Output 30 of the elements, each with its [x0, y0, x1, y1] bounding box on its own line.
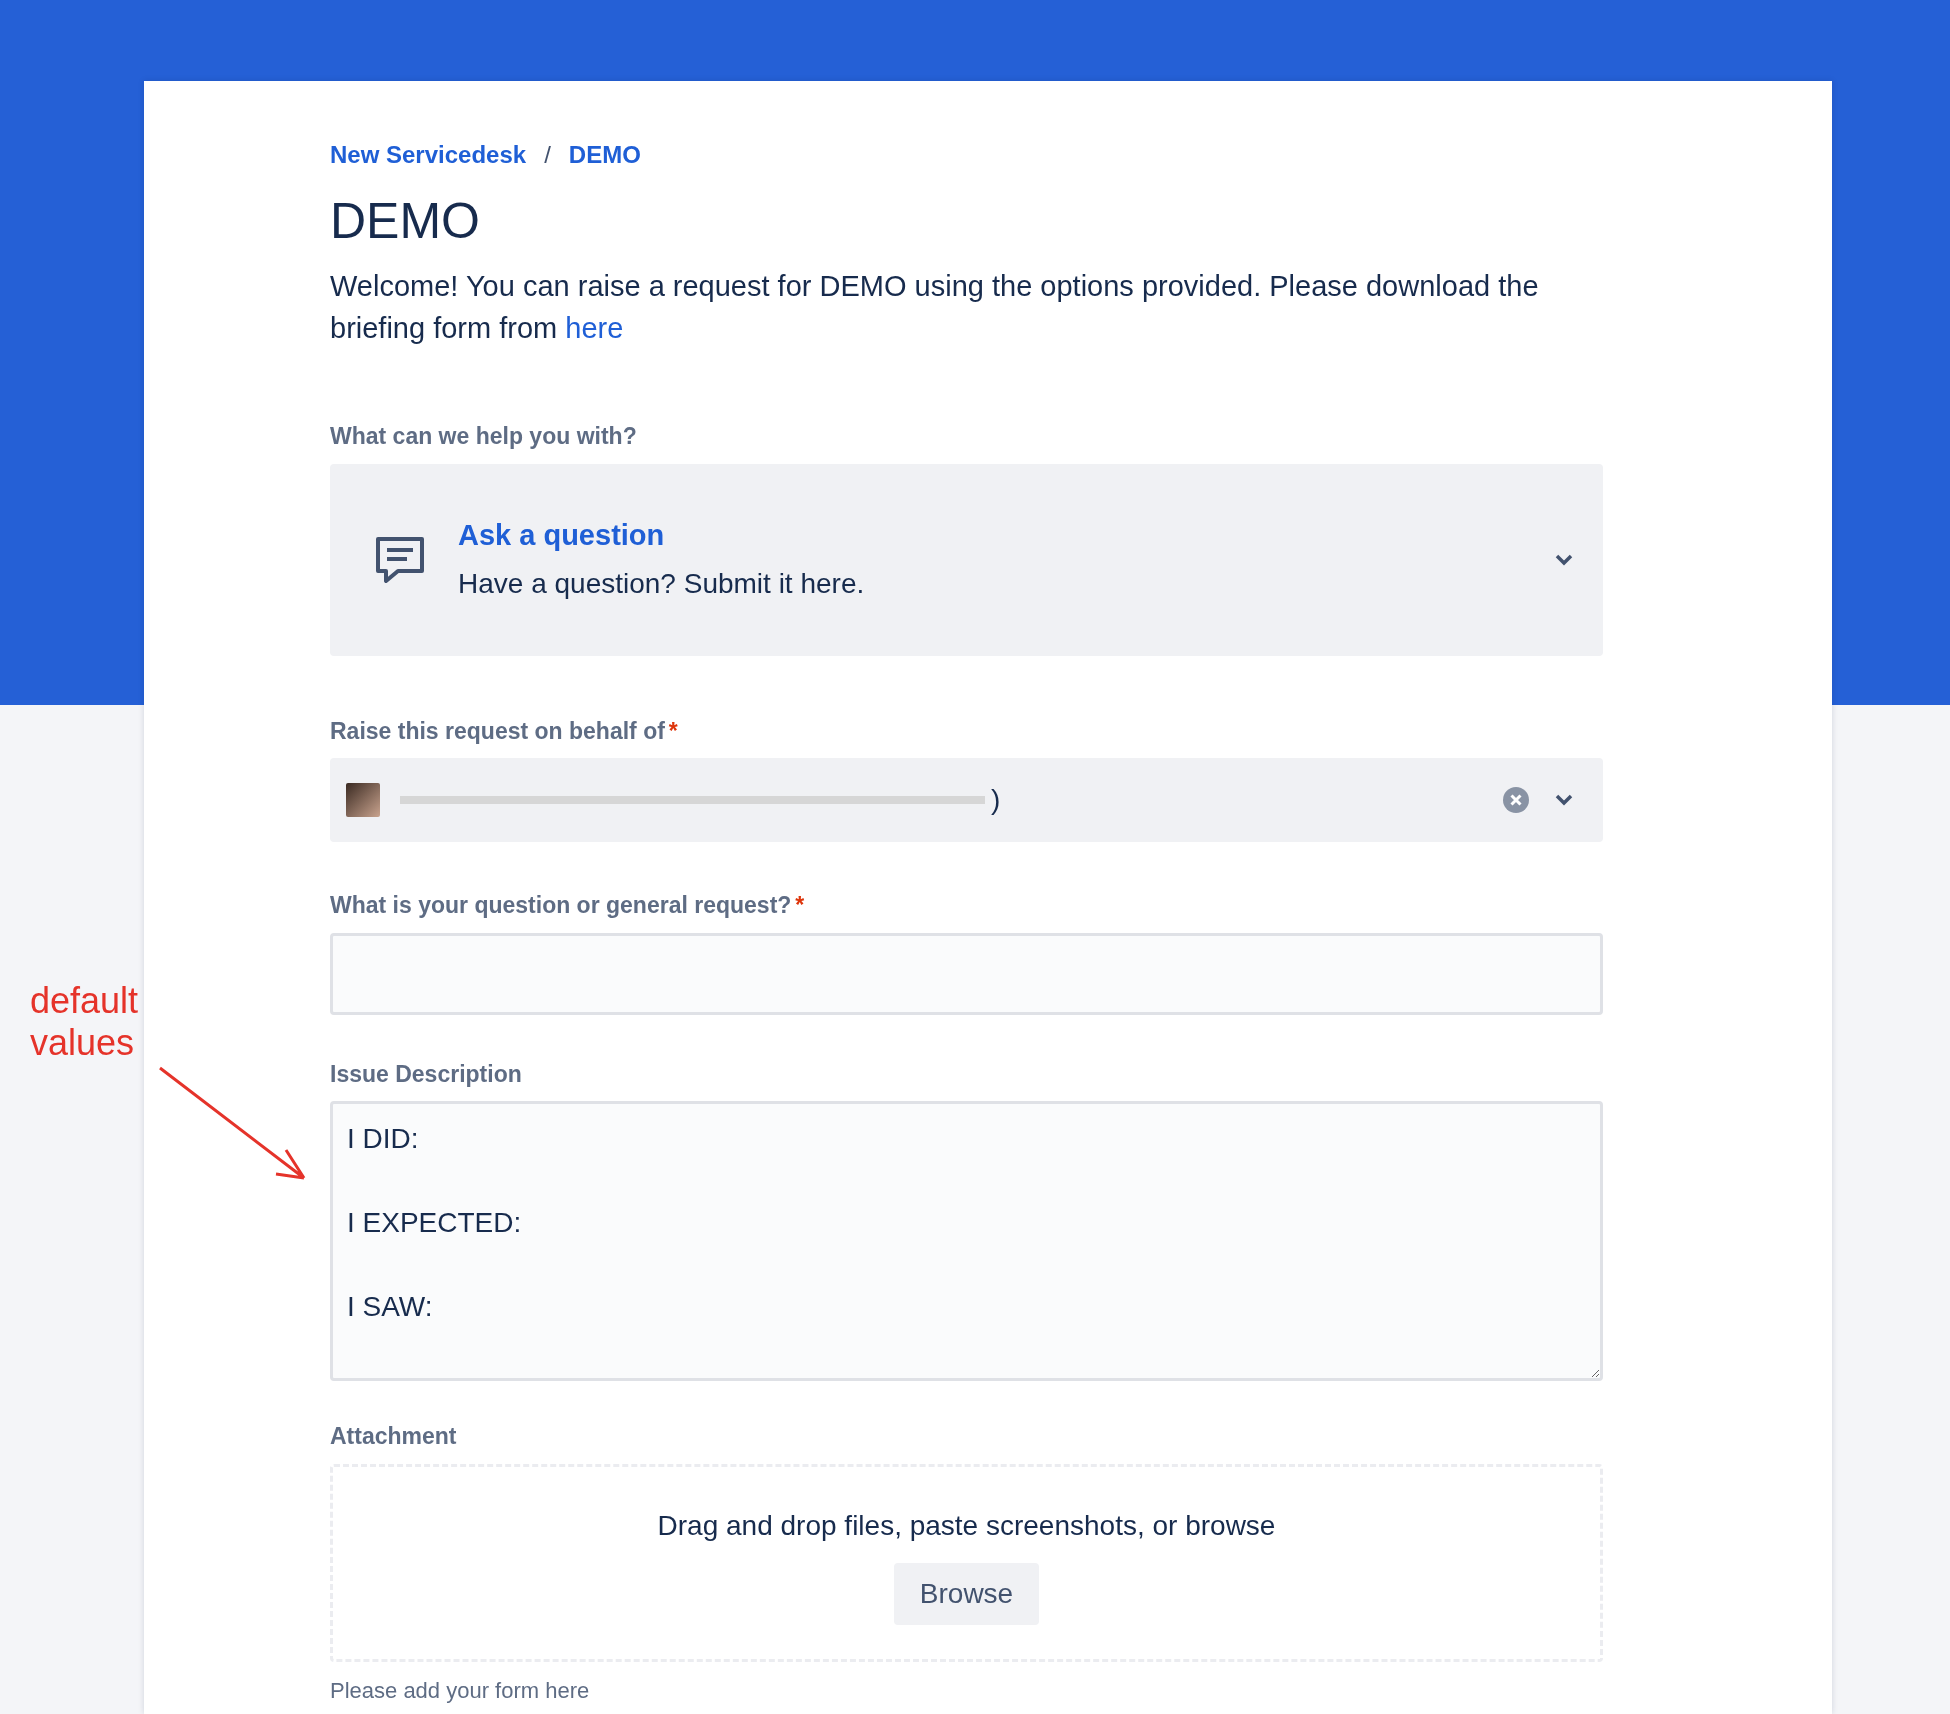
- dropzone-hint: Drag and drop files, paste screenshots, or browse: [657, 1508, 1276, 1543]
- question-input-field[interactable]: [330, 932, 1603, 1015]
- chevron-down-icon: [1555, 794, 1573, 806]
- breadcrumb-separator: /: [544, 140, 551, 170]
- field-label: What can we help you with?: [330, 422, 638, 451]
- on-behalf-select[interactable]: ): [330, 758, 1603, 842]
- field-label: Raise this request on behalf of: [330, 717, 665, 744]
- attachment-dropzone[interactable]: Drag and drop files, paste screenshots, or browse Browse: [330, 1463, 1603, 1662]
- speech-bubble-icon: [374, 534, 426, 585]
- required-asterisk: *: [668, 717, 678, 744]
- welcome-text: Welcome! You can raise a request for DEMO using the options provided. Please download the briefing form from here: [330, 269, 1540, 346]
- required-asterisk: *: [795, 892, 805, 918]
- request-type-name: Ask a question: [458, 517, 666, 553]
- selected-user-text: ): [991, 783, 1002, 817]
- field-label: Attachment: [330, 1422, 458, 1451]
- breadcrumb-link[interactable]: DEMO: [568, 137, 641, 173]
- avatar-placeholder: [346, 783, 380, 817]
- breadcrumb-link[interactable]: New Servicedesk: [330, 137, 527, 173]
- description-textarea[interactable]: I DID: I EXPECTED: I SAW:: [330, 1101, 1603, 1381]
- page-title: DEMO: [330, 192, 481, 251]
- annotation-text: default values: [30, 980, 139, 1064]
- request-type-select[interactable]: Ask a question Have a question? Submit it here.: [330, 463, 1603, 656]
- field-label: What is your question or general request?: [330, 892, 792, 918]
- chevron-down-icon: [1555, 553, 1573, 566]
- field-label: Issue Description: [330, 1059, 523, 1089]
- help-text: Please add your form here: [330, 1676, 591, 1705]
- link[interactable]: here: [565, 312, 624, 344]
- clear-icon[interactable]: [1503, 787, 1529, 813]
- request-type-description: Have a question? Submit it here.: [458, 567, 866, 602]
- browse-button[interactable]: Browse: [893, 1562, 1040, 1625]
